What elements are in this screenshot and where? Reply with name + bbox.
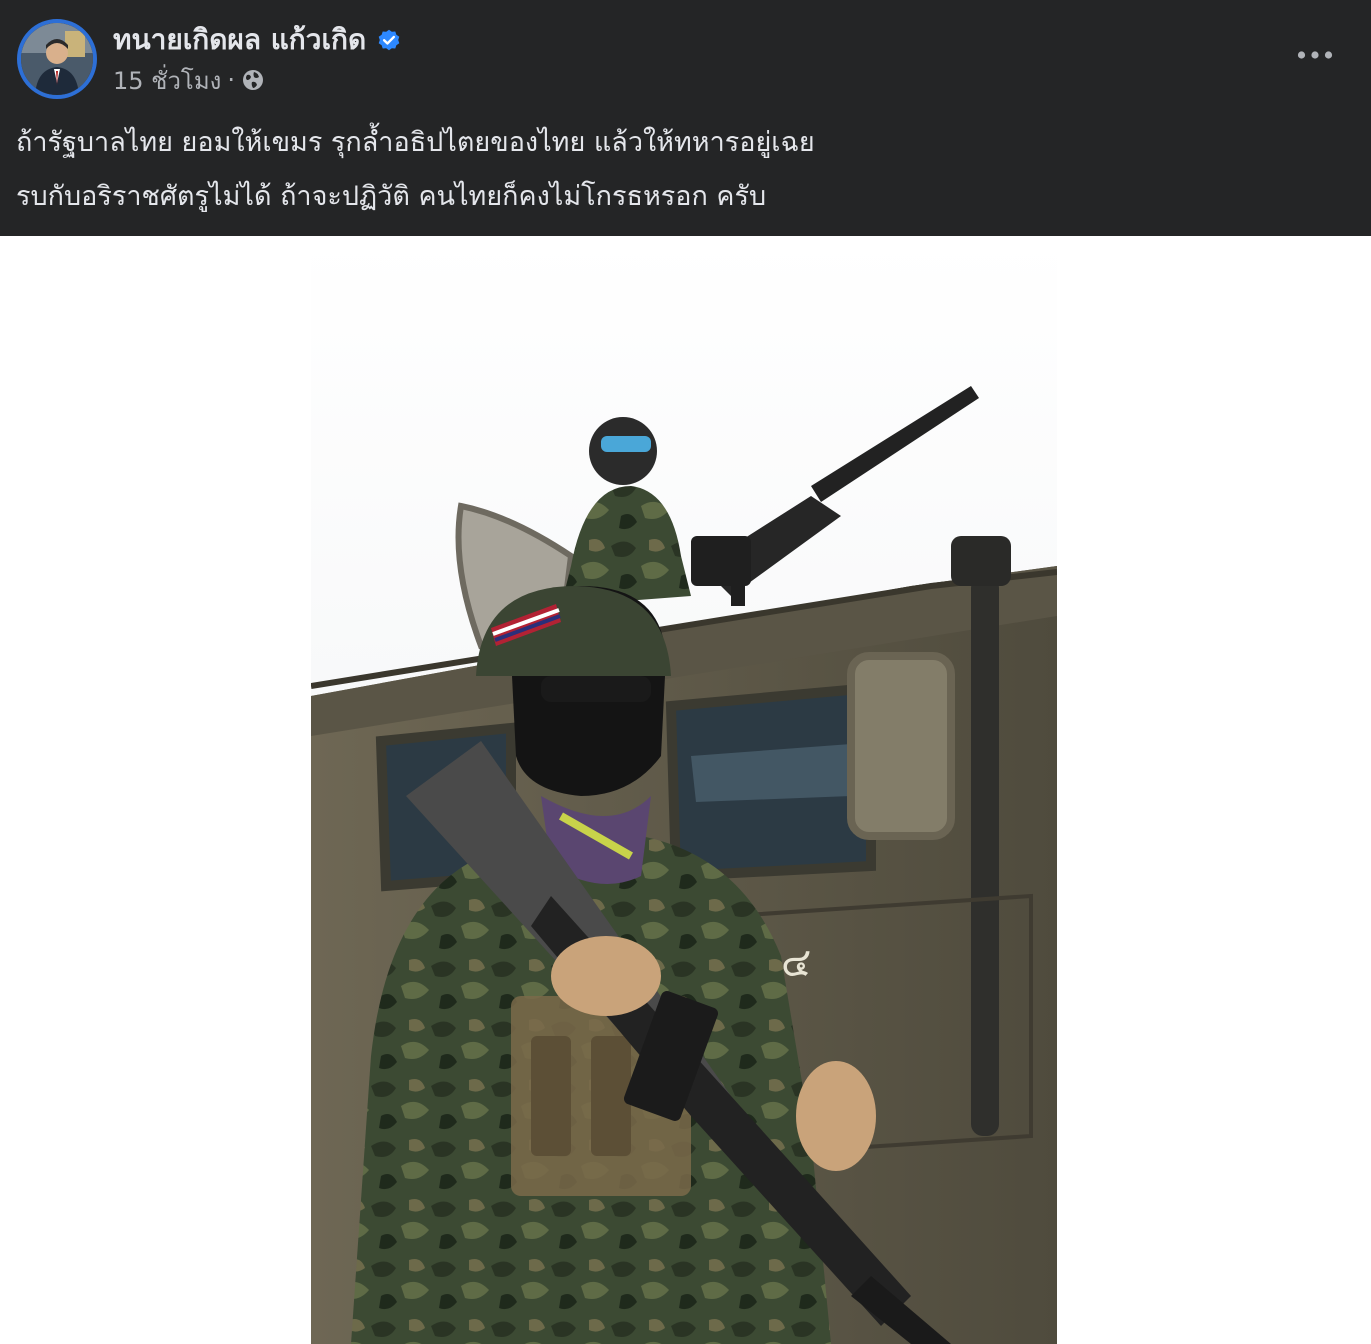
author-name[interactable]: ทนายเกิดผล แก้วเกิด <box>113 18 366 62</box>
more-options-button[interactable] <box>1290 38 1340 72</box>
verified-badge-icon <box>376 27 402 53</box>
post-meta: 15 ชั่วโมง · <box>113 64 265 96</box>
post-text: ถ้ารัฐบาลไทย ยอมให้เขมร รุกล้ำอธิปไตยของ… <box>16 116 1346 224</box>
post-text-line: รบกับอริราชศัตรูไม่ได้ ถ้าจะปฏิวัติ คนไท… <box>16 181 767 212</box>
vehicle-marking: ๔ <box>781 940 811 986</box>
post-header: ทนายเกิดผล แก้วเกิด 15 ชั่วโมง · ถ้ารัฐบ… <box>0 0 1371 236</box>
avatar-image <box>21 23 93 95</box>
author-row: ทนายเกิดผล แก้วเกิด <box>113 22 402 58</box>
post-timestamp[interactable]: 15 ชั่วโมง <box>113 61 221 100</box>
post-photo[interactable]: ๔ <box>311 236 1057 1344</box>
globe-icon[interactable] <box>241 68 265 92</box>
post-text-line: ถ้ารัฐบาลไทย ยอมให้เขมร รุกล้ำอธิปไตยของ… <box>16 127 815 158</box>
more-options-icon <box>1297 51 1333 59</box>
soldiers-vehicle-photo: ๔ <box>311 236 1057 1344</box>
meta-separator: · <box>227 66 236 94</box>
author-avatar[interactable] <box>17 19 97 99</box>
